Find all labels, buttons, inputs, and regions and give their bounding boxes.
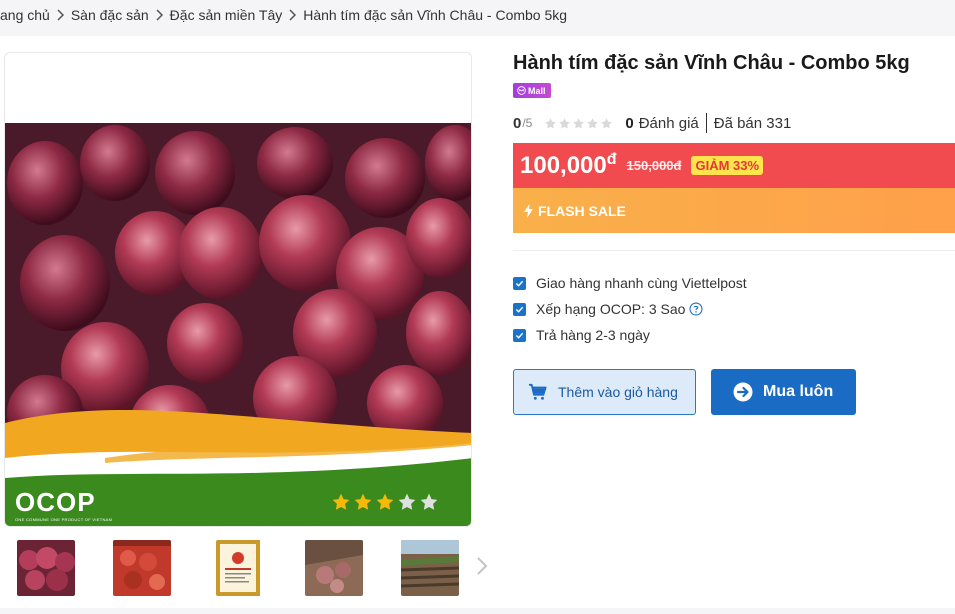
flash-sale-bar: FLASH SALE: [513, 188, 955, 233]
ocop-logo: OCOP ONE COMMUNE ONE PRODUCT OF VIETNAM: [15, 489, 215, 525]
checkbox-icon: [513, 302, 526, 316]
add-to-cart-button[interactable]: Thêm vào giỏ hàng: [513, 369, 696, 415]
star-icon: [545, 117, 557, 129]
star-icon: [354, 493, 372, 510]
divider: [705, 113, 707, 133]
thumbnail-1[interactable]: [17, 540, 75, 596]
flash-sale-label: FLASH SALE: [538, 202, 626, 219]
rating-outof: /5: [522, 116, 533, 130]
shallot-photo: [5, 123, 471, 526]
checkbox-icon: [513, 276, 526, 290]
breadcrumb-home[interactable]: ang chủ: [0, 7, 50, 23]
product-title: Hành tím đặc sản Vĩnh Châu - Combo 5kg: [513, 52, 910, 74]
chevron-right-icon: [56, 9, 65, 21]
price-box: 100,000đ 150,000đ GIẢM 33% FLASH SALE: [513, 143, 955, 233]
buy-now-label: Mua luôn: [763, 383, 834, 400]
breadcrumb-dac-san-mien-tay[interactable]: Đặc sản miền Tây: [170, 7, 283, 23]
star-icon: [332, 493, 350, 510]
arrow-right-circle-icon: [733, 382, 753, 402]
ocop-rating-stars: [331, 492, 439, 512]
star-icon: [376, 493, 394, 510]
thumbnail-2[interactable]: [113, 540, 171, 596]
discount-badge: GIẢM 33%: [691, 156, 764, 175]
ocop-tagline: ONE COMMUNE ONE PRODUCT OF VIETNAM: [15, 517, 113, 522]
breadcrumb: ang chủ Sàn đặc sản Đặc sản miền Tây Hàn…: [0, 0, 567, 30]
breadcrumb-san-dac-san[interactable]: Sàn đặc sản: [71, 7, 149, 23]
review-count: 0: [625, 114, 634, 132]
star-icon: [587, 117, 599, 129]
mall-badge: Mall: [513, 83, 551, 98]
original-price: 150,000đ: [626, 158, 682, 173]
star-icon: [573, 117, 585, 129]
thumbnail-4[interactable]: [305, 540, 363, 596]
cart-icon: [529, 383, 547, 400]
ocop-logo-text: OCOP: [15, 487, 96, 517]
price-row: 100,000đ 150,000đ GIẢM 33%: [513, 143, 955, 188]
lightning-icon: [524, 203, 533, 218]
add-to-cart-label: Thêm vào giỏ hàng: [558, 384, 678, 400]
feature-text: Trả hàng 2-3 ngày: [536, 327, 650, 343]
feature-list: Giao hàng nhanh cùng Viettelpost Xếp hạn…: [513, 270, 747, 348]
sold-count: Đã bán 331: [713, 114, 792, 132]
star-icon: [398, 493, 416, 510]
current-price: 100,000đ: [520, 151, 617, 179]
thumbnail-3-certificate[interactable]: [216, 540, 274, 596]
feature-item: Xếp hạng OCOP: 3 Sao: [513, 296, 747, 322]
review-label[interactable]: Đánh giá: [639, 115, 699, 132]
mall-icon: [517, 86, 526, 95]
product-main-image[interactable]: OCOP ONE COMMUNE ONE PRODUCT OF VIETNAM: [4, 52, 472, 527]
star-icon: [559, 117, 571, 129]
feature-text: Xếp hạng OCOP: 3 Sao: [536, 301, 686, 317]
feature-item: Trả hàng 2-3 ngày: [513, 322, 747, 348]
mall-badge-label: Mall: [528, 85, 546, 96]
checkbox-icon: [513, 328, 526, 342]
chevron-right-icon[interactable]: [474, 554, 490, 578]
chevron-right-icon: [155, 9, 164, 21]
breadcrumb-current: Hành tím đặc sản Vĩnh Châu - Combo 5kg: [303, 7, 568, 23]
rating-score: 0: [513, 114, 522, 132]
thumbnail-strip: [4, 536, 494, 600]
divider: [513, 250, 955, 251]
feature-text: Giao hàng nhanh cùng Viettelpost: [536, 275, 747, 291]
star-icon: [420, 493, 438, 510]
chevron-right-icon: [288, 9, 297, 21]
buy-now-button[interactable]: Mua luôn: [711, 369, 856, 415]
help-icon[interactable]: [689, 302, 703, 316]
product-detail: OCOP ONE COMMUNE ONE PRODUCT OF VIETNAM: [0, 36, 955, 608]
feature-item: Giao hàng nhanh cùng Viettelpost: [513, 270, 747, 296]
star-icon: [601, 117, 613, 129]
rating-stars: [544, 117, 613, 130]
rating-row: 0 /5 0 Đánh giá Đã bán 331: [513, 112, 791, 134]
thumbnail-5[interactable]: [401, 540, 459, 596]
